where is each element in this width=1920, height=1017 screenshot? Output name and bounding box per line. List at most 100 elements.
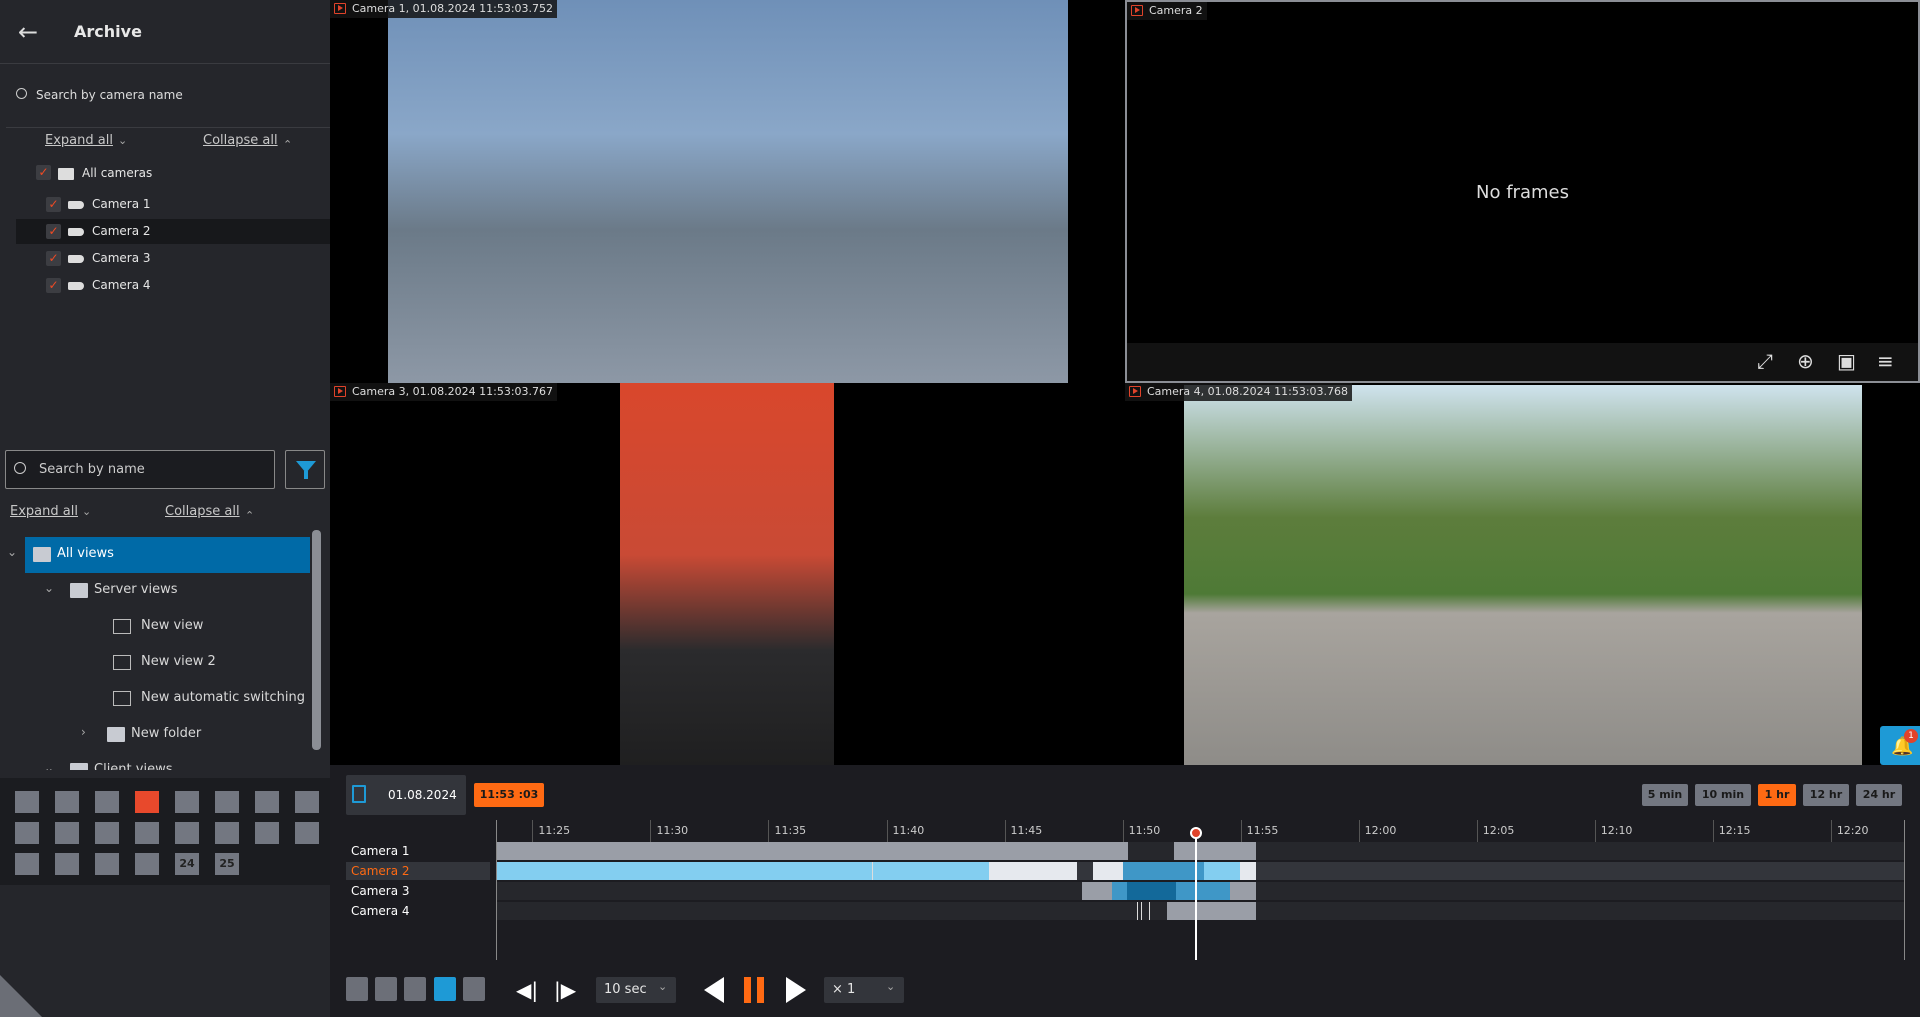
track-segment[interactable] xyxy=(497,862,989,880)
video-cell-3[interactable]: Camera 3, 01.08.2024 11:53:03.767 xyxy=(330,383,1125,765)
chevron-down-icon[interactable]: ⌄ xyxy=(44,761,54,770)
track-segment[interactable] xyxy=(1111,882,1128,900)
scale-button[interactable]: 10 min xyxy=(1695,784,1751,806)
all-cameras-item[interactable]: ✓ All cameras xyxy=(36,165,316,183)
camera-list-item[interactable]: ✓ Camera 1 xyxy=(16,192,330,217)
camera-filter-button[interactable] xyxy=(463,977,485,1001)
track-segment[interactable] xyxy=(988,862,1077,880)
chevron-right-icon[interactable]: › xyxy=(81,725,86,739)
layout-option-18[interactable] xyxy=(55,853,79,875)
camera-list-item[interactable]: ✓ Camera 2 xyxy=(16,219,330,244)
track-segment[interactable] xyxy=(1127,882,1176,900)
layout-option-2[interactable] xyxy=(55,791,79,813)
views-search-input[interactable]: Search by name xyxy=(5,450,275,489)
view-tree-item[interactable]: New view 2 xyxy=(99,645,310,681)
checkbox[interactable]: ✓ xyxy=(46,251,61,266)
layout-option-12[interactable] xyxy=(135,822,159,844)
layout-option-13[interactable] xyxy=(175,822,199,844)
step-dropdown[interactable]: 10 sec ⌄ xyxy=(596,977,676,1003)
video-cell-2[interactable]: Camera 2 No frames ⤢ ⊕ ▣ ≡ xyxy=(1125,0,1920,383)
zoom-in-icon[interactable]: ⊕ xyxy=(1797,349,1814,373)
video-cell-4[interactable]: Camera 4, 01.08.2024 11:53:03.768 xyxy=(1125,383,1920,765)
speed-dropdown[interactable]: × 1 ⌄ xyxy=(824,977,904,1003)
track-label[interactable]: Camera 2 xyxy=(351,864,410,878)
filter-button[interactable] xyxy=(285,450,325,489)
chevron-down-icon[interactable]: ⌄ xyxy=(44,581,54,595)
layout-option-19[interactable] xyxy=(95,853,119,875)
step-back-icon[interactable]: ◀​| xyxy=(516,978,538,1002)
back-arrow-icon[interactable]: ← xyxy=(18,18,38,46)
layout-option-11[interactable] xyxy=(95,822,119,844)
layout-option-8[interactable] xyxy=(295,791,319,813)
view-tree-item[interactable]: ⌄ All views xyxy=(7,537,310,573)
expand-all-cameras[interactable]: Expand all xyxy=(45,133,113,148)
bookmark-filter-button[interactable] xyxy=(375,977,397,1001)
track-segment[interactable] xyxy=(1229,882,1257,900)
play-button[interactable] xyxy=(786,977,806,1003)
playhead-handle[interactable] xyxy=(1189,827,1202,839)
play-reverse-button[interactable] xyxy=(704,977,724,1003)
video-cell-1[interactable]: Camera 1, 01.08.2024 11:53:03.752 xyxy=(330,0,1125,383)
layout-option-16[interactable] xyxy=(295,822,319,844)
track-segment[interactable] xyxy=(1204,862,1240,880)
track-segment[interactable] xyxy=(1175,882,1230,900)
checkbox[interactable]: ✓ xyxy=(36,165,51,180)
layout-option-22[interactable]: 25 xyxy=(215,853,239,875)
checkbox[interactable]: ✓ xyxy=(46,278,61,293)
track-label[interactable]: Camera 4 xyxy=(351,904,410,918)
pause-button[interactable] xyxy=(744,977,764,1003)
layout-option-17[interactable] xyxy=(15,853,39,875)
menu-icon[interactable]: ≡ xyxy=(1877,349,1894,373)
camera-search[interactable]: Search by camera name xyxy=(14,86,324,110)
sync-button[interactable] xyxy=(434,977,456,1001)
scale-button[interactable]: 12 hr xyxy=(1803,784,1849,806)
track-segment[interactable] xyxy=(1239,862,1257,880)
date-picker[interactable]: 01.08.2024 xyxy=(346,775,466,815)
layout-option-4[interactable] xyxy=(135,791,159,813)
track-segment[interactable] xyxy=(1167,902,1257,920)
time-value[interactable]: 11:53 :03 xyxy=(474,783,544,807)
step-forward-icon[interactable]: |▶ xyxy=(554,978,576,1002)
layout-option-1[interactable] xyxy=(15,791,39,813)
notification-button[interactable]: 🔔 1 xyxy=(1880,726,1920,765)
scale-button[interactable]: 1 hr xyxy=(1758,784,1796,806)
collapse-all-views[interactable]: Collapse all xyxy=(165,504,240,519)
checkbox[interactable]: ✓ xyxy=(46,197,61,212)
alarm-filter-button[interactable] xyxy=(346,977,368,1001)
view-tree-item[interactable]: New view xyxy=(99,609,310,645)
chevron-down-icon[interactable]: ⌄ xyxy=(7,545,17,559)
layout-option-9[interactable] xyxy=(15,822,39,844)
track-label[interactable]: Camera 3 xyxy=(351,884,410,898)
layout-option-15[interactable] xyxy=(255,822,279,844)
track-segment[interactable] xyxy=(1122,862,1205,880)
view-tree-item[interactable]: ⌄ Server views xyxy=(44,573,310,609)
camera-list-item[interactable]: ✓ Camera 3 xyxy=(16,246,330,271)
layout-option-14[interactable] xyxy=(215,822,239,844)
views-scrollbar[interactable] xyxy=(312,530,321,750)
track-segment[interactable] xyxy=(497,842,1129,860)
expand-all-views[interactable]: Expand all xyxy=(10,504,78,519)
layout-option-3[interactable] xyxy=(95,791,119,813)
layout-option-20[interactable] xyxy=(135,853,159,875)
fullscreen-icon[interactable]: ⤢ xyxy=(1757,349,1773,373)
scale-button[interactable]: 5 min xyxy=(1642,784,1688,806)
layout-option-10[interactable] xyxy=(55,822,79,844)
layout-option-21[interactable]: 24 xyxy=(175,853,199,875)
view-tree-item[interactable]: › New folder xyxy=(81,717,310,753)
snapshot-icon[interactable]: ▣ xyxy=(1837,349,1856,373)
track-segment[interactable] xyxy=(1173,842,1257,860)
track-label[interactable]: Camera 1 xyxy=(351,844,410,858)
view-tree-item[interactable]: ⌄ Client views xyxy=(44,753,310,770)
track-segment[interactable] xyxy=(1092,862,1123,880)
layout-option-5[interactable] xyxy=(175,791,199,813)
collapse-corner-handle[interactable] xyxy=(0,975,42,1017)
view-tree-item[interactable]: New automatic switching xyxy=(99,681,310,717)
playhead-line[interactable] xyxy=(1194,830,1197,960)
scale-button[interactable]: 24 hr xyxy=(1856,784,1902,806)
layout-option-7[interactable] xyxy=(255,791,279,813)
layout-option-6[interactable] xyxy=(215,791,239,813)
checkbox[interactable]: ✓ xyxy=(46,224,61,239)
camera-list-item[interactable]: ✓ Camera 4 xyxy=(16,273,330,298)
track-segment[interactable] xyxy=(1082,882,1112,900)
collapse-all-cameras[interactable]: Collapse all xyxy=(203,133,278,148)
